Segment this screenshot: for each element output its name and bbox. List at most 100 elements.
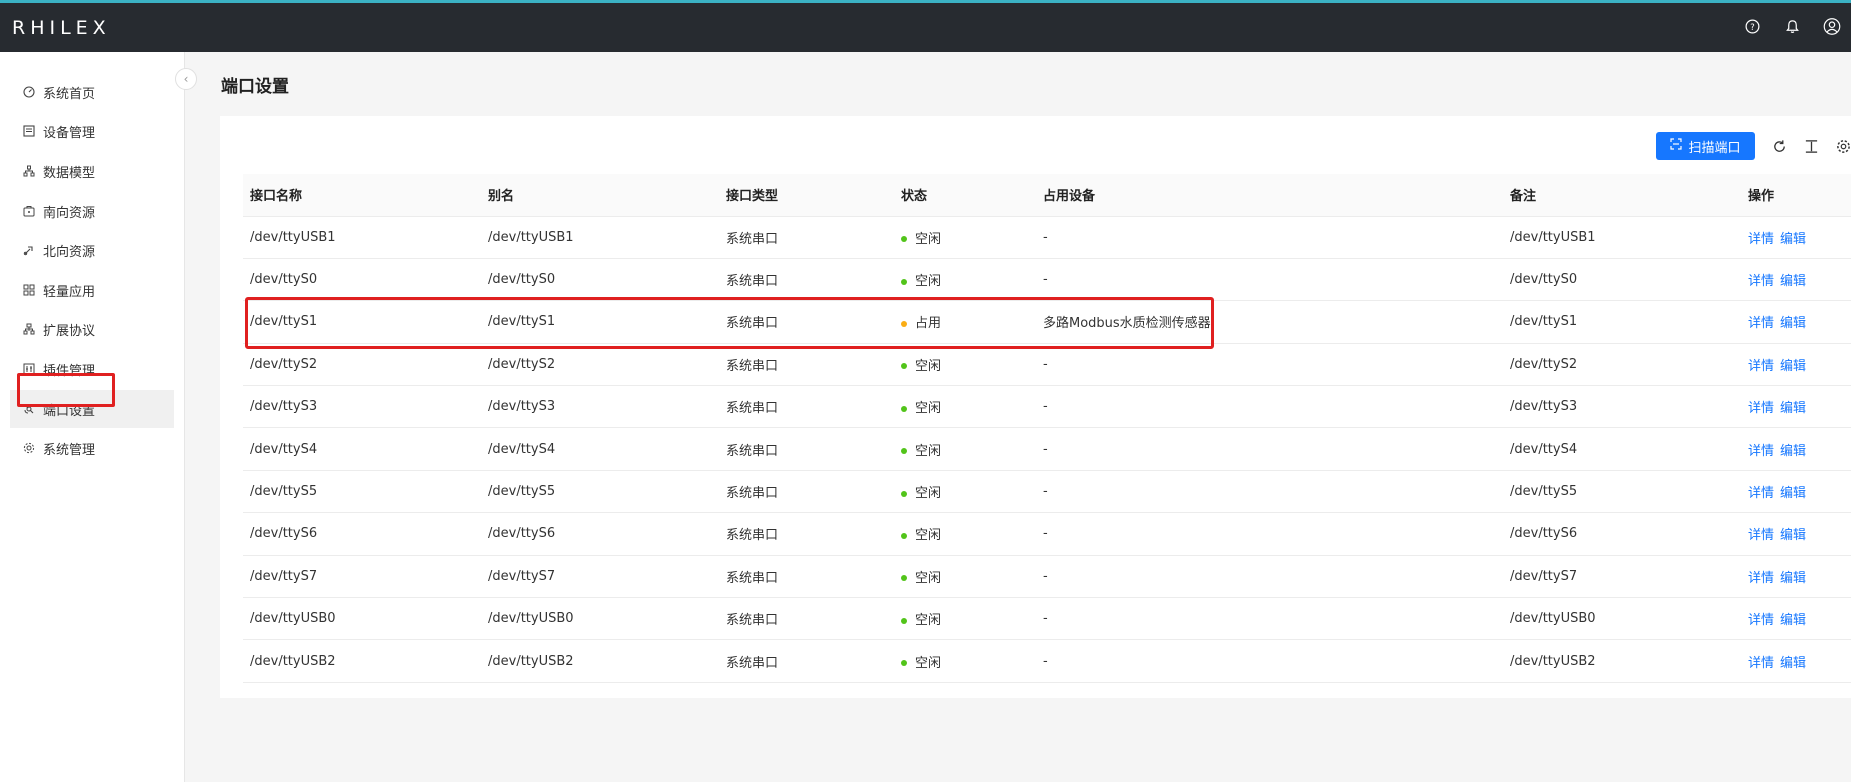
sidebar-collapse-button[interactable]: ‹ [175,68,197,90]
status-dot-icon [901,575,907,582]
column-header[interactable]: 接口类型 [719,174,894,217]
status-text: 空闲 [915,443,942,459]
port-device: - [1036,639,1503,683]
chevron-left-icon: ‹ [183,72,189,86]
user-icon[interactable] [1823,17,1841,35]
app-icon [22,283,36,297]
detail-link[interactable]: 详情 [1748,274,1774,289]
port-name: /dev/ttyS0 [243,258,481,302]
status-text: 空闲 [915,570,942,586]
port-status: 空闲 [894,512,1036,556]
port-status: 空闲 [894,343,1036,387]
port-remark: /dev/ttyUSB0 [1503,597,1741,641]
scan-ports-button[interactable]: 扫描端口 [1656,132,1755,160]
sidebar-item-ext-protocol[interactable]: 扩展协议 [10,310,174,348]
ports-card: 扫描端口 接口名称 别名 接口类型 状态 占用设备 备注 操作 /dev/tty… [220,116,1851,698]
top-icons: ? [1743,17,1841,35]
sidebar-item-label: 数据模型 [43,165,96,181]
port-name: /dev/ttyUSB0 [243,597,481,641]
edit-link[interactable]: 编辑 [1780,274,1806,289]
detail-link[interactable]: 详情 [1748,232,1774,247]
status-text: 空闲 [915,358,942,374]
sidebar-item-port-settings[interactable]: 端口设置 [10,390,174,428]
model-icon [22,164,36,178]
table-row: /dev/ttyS5 /dev/ttyS5 系统串口 空闲 - /dev/tty… [243,470,1851,514]
sidebar-item-label: 设备管理 [43,125,96,141]
column-header[interactable]: 状态 [894,174,1036,217]
port-device: - [1036,258,1503,302]
page-title: 端口设置 [221,77,289,97]
sidebar-item-north-resources[interactable]: 北向资源 [10,231,174,269]
detail-link[interactable]: 详情 [1748,656,1774,671]
refresh-icon[interactable] [1771,138,1787,154]
detail-link[interactable]: 详情 [1748,444,1774,459]
port-type: 系统串口 [719,216,894,259]
port-status: 空闲 [894,216,1036,259]
port-status: 空闲 [894,258,1036,302]
status-text: 空闲 [915,655,942,671]
port-device: 多路Modbus水质检测传感器 [1036,300,1503,344]
top-bar: RHILEX ? [0,0,1851,52]
port-device: - [1036,427,1503,471]
sidebar-item-south-resources[interactable]: 南向资源 [10,192,174,230]
status-text: 空闲 [915,486,942,502]
sidebar-item-system-admin[interactable]: 系统管理 [10,429,174,467]
sidebar-item-home[interactable]: 系统首页 [10,73,174,111]
row-actions: 详情 编辑 [1741,555,1851,599]
sidebar-item-label: 南向资源 [43,205,96,221]
sidebar-item-devices[interactable]: 设备管理 [10,112,174,150]
edit-link[interactable]: 编辑 [1780,571,1806,586]
sidebar-item-data-model[interactable]: 数据模型 [10,152,174,190]
port-remark: /dev/ttyS3 [1503,385,1741,429]
sidebar: 系统首页 设备管理 数据模型 南向资源 北向资源 轻量应用 扩展协议 插件管理 … [0,52,185,782]
port-name: /dev/ttyUSB1 [243,216,481,259]
port-device: - [1036,216,1503,259]
column-header[interactable]: 接口名称 [243,174,481,217]
detail-link[interactable]: 详情 [1748,528,1774,543]
row-actions: 详情 编辑 [1741,427,1851,471]
table-toolbar: 扫描端口 [1656,132,1851,160]
edit-link[interactable]: 编辑 [1780,656,1806,671]
column-header[interactable]: 别名 [481,174,719,217]
edit-link[interactable]: 编辑 [1780,613,1806,628]
edit-link[interactable]: 编辑 [1780,359,1806,374]
port-type: 系统串口 [719,343,894,387]
edit-link[interactable]: 编辑 [1780,316,1806,331]
help-icon[interactable]: ? [1743,17,1761,35]
sidebar-item-label: 系统首页 [43,86,96,102]
column-header[interactable]: 占用设备 [1036,174,1503,217]
edit-link[interactable]: 编辑 [1780,444,1806,459]
sidebar-item-light-apps[interactable]: 轻量应用 [10,271,174,309]
edit-link[interactable]: 编辑 [1780,401,1806,416]
south-icon [22,204,36,218]
edit-link[interactable]: 编辑 [1780,486,1806,501]
detail-link[interactable]: 详情 [1748,486,1774,501]
row-actions: 详情 编辑 [1741,343,1851,387]
port-remark: /dev/ttyS6 [1503,512,1741,556]
edit-link[interactable]: 编辑 [1780,528,1806,543]
detail-link[interactable]: 详情 [1748,571,1774,586]
sidebar-item-plugins[interactable]: 插件管理 [10,350,174,388]
status-dot-icon [901,490,907,497]
port-alias: /dev/ttyUSB1 [481,216,719,259]
column-header[interactable]: 备注 [1503,174,1741,217]
column-header[interactable]: 操作 [1741,174,1851,217]
sidebar-item-label: 北向资源 [43,244,96,260]
edit-link[interactable]: 编辑 [1780,232,1806,247]
detail-link[interactable]: 详情 [1748,316,1774,331]
scan-icon [1670,138,1683,154]
settings-icon[interactable] [1835,138,1851,154]
detail-link[interactable]: 详情 [1748,359,1774,374]
port-alias: /dev/ttyS5 [481,470,719,514]
row-actions: 详情 编辑 [1741,512,1851,556]
port-alias: /dev/ttyS2 [481,343,719,387]
port-alias: /dev/ttyUSB2 [481,639,719,683]
table-row: /dev/ttyS0 /dev/ttyS0 系统串口 空闲 - /dev/tty… [243,258,1851,302]
bell-icon[interactable] [1783,17,1801,35]
table-row: /dev/ttyS6 /dev/ttyS6 系统串口 空闲 - /dev/tty… [243,512,1851,556]
table-row: /dev/ttyS7 /dev/ttyS7 系统串口 空闲 - /dev/tty… [243,555,1851,599]
detail-link[interactable]: 详情 [1748,401,1774,416]
column-height-icon[interactable] [1803,138,1819,154]
detail-link[interactable]: 详情 [1748,613,1774,628]
row-actions: 详情 编辑 [1741,258,1851,302]
